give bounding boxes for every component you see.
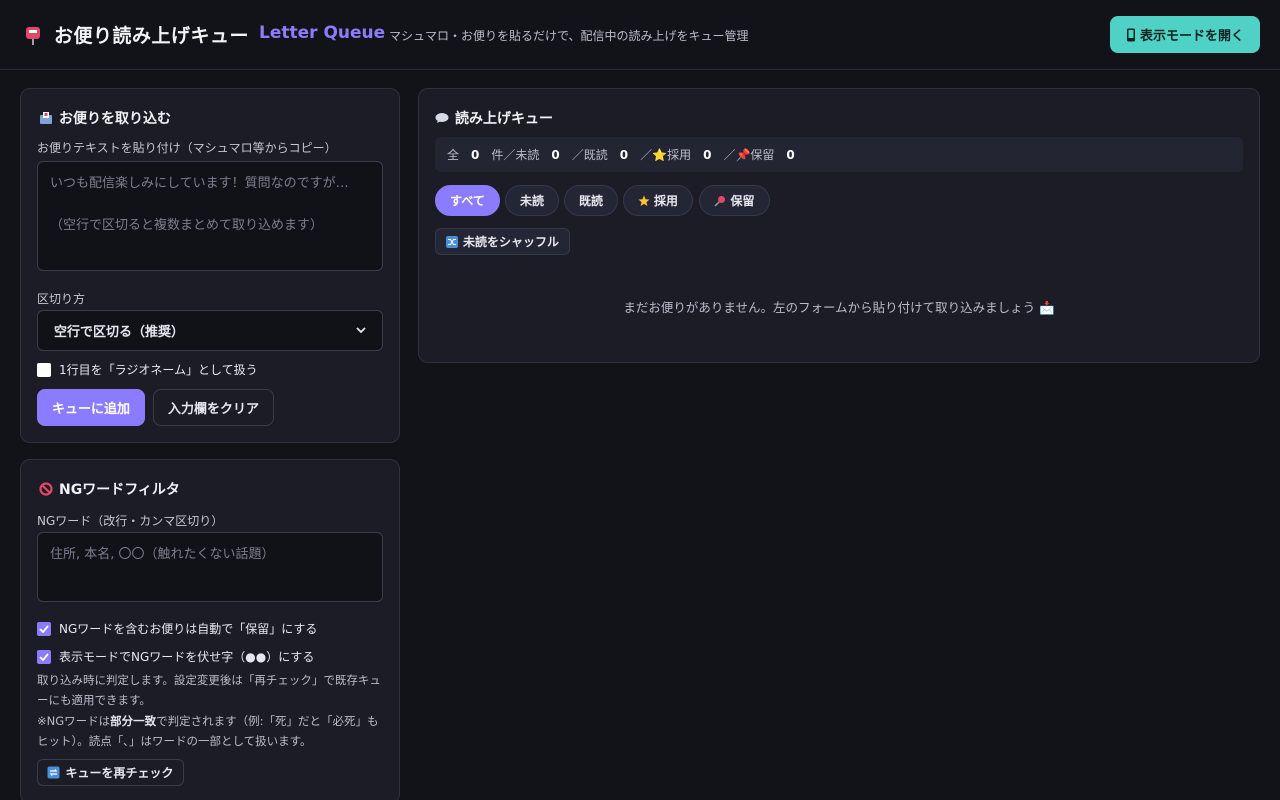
postbox-icon — [26, 27, 40, 45]
radio-name-checkbox-label: 1行目を「ラジオネーム」として扱う — [59, 363, 258, 377]
split-method-select[interactable]: 空行で区切る（推奨） — [37, 310, 383, 351]
split-method-value: 空行で区切る（推奨） — [54, 325, 185, 340]
queue-stats-bar: 全 0 件／未読 0 ／既読 0 ／⭐採用 0 ／📌保留 0 — [435, 137, 1243, 172]
stats-hold-label: ／📌保留 — [723, 148, 775, 162]
ng-note-2: ※NGワードは部分一致で判定されます（例:「死」だと「必死」もヒット）。読点「､… — [37, 712, 387, 751]
filter-unread[interactable]: 未読 — [505, 185, 559, 216]
speech-bubble-icon — [435, 113, 449, 123]
ng-note-2-prefix: ※NGワードは — [37, 714, 111, 728]
open-display-mode-button[interactable]: 表示モードを開く — [1110, 16, 1260, 53]
recheck-queue-label: キューを再チェック — [65, 766, 174, 780]
filter-read[interactable]: 既読 — [564, 185, 618, 216]
ng-note-2-bold: 部分一致 — [110, 714, 157, 728]
radio-name-checkbox-row[interactable]: 1行目を「ラジオネーム」として扱う — [37, 361, 258, 378]
import-panel-title: お便りを取り込む — [39, 108, 171, 128]
stats-total-label: 全 — [447, 148, 460, 162]
recheck-queue-button[interactable]: キューを再チェック — [37, 759, 184, 786]
letter-text-label: お便りテキストを貼り付け（マシュマロ等からコピー） — [37, 141, 337, 155]
stats-total: 0 — [471, 147, 480, 162]
pushpin-icon — [714, 195, 726, 206]
queue-empty-message: まだお便りがありません。左のフォームから貼り付けて取り込みましょう 📩 — [623, 300, 1055, 315]
mask-checkbox-label: 表示モードでNGワードを伏せ字（●●）にする — [59, 650, 315, 664]
stats-read: 0 — [619, 147, 629, 162]
filter-hold[interactable]: 保留 — [699, 185, 770, 216]
app-tagline: マシュマロ・お便りを貼るだけで、配信中の読み上げをキュー管理 — [389, 29, 749, 43]
filter-hold-label: 保留 — [730, 194, 755, 208]
app-title: お便り読み上げキュー — [54, 25, 250, 47]
split-method-label: 区切り方 — [37, 292, 86, 306]
app-subtitle: Letter Queue — [259, 23, 386, 43]
shuffle-unread-label: 未読をシャッフル — [462, 235, 559, 249]
ng-panel-title: NGワードフィルタ — [39, 479, 180, 499]
filter-adopted-label: 採用 — [653, 194, 678, 208]
add-to-queue-button[interactable]: キューに追加 — [37, 389, 145, 426]
ng-panel-title-text: NGワードフィルタ — [59, 482, 180, 498]
queue-panel: 読み上げキュー 全 0 件／未読 0 ／既読 0 ／⭐採用 0 ／📌保留 0 すべて 未読 既読 … — [418, 88, 1260, 363]
ng-note-1: 取り込み時に判定します。設定変更後は「再チェック」で既存キューにも適用できます。 — [37, 673, 381, 707]
phone-icon — [1126, 28, 1135, 41]
queue-panel-title-text: 読み上げキュー — [455, 111, 553, 127]
inbox-tray-icon — [40, 112, 52, 124]
filter-all[interactable]: すべて — [435, 185, 500, 216]
repeat-icon — [47, 766, 60, 779]
letter-text-input[interactable]: いつも配信楽しみにしています！質問なのですが… （空行で区切ると複数まとめて取り… — [37, 161, 383, 271]
filter-unread-label: 未読 — [519, 194, 544, 208]
mask-checkbox[interactable] — [37, 649, 51, 664]
auto-hold-checkbox-row[interactable]: NGワードを含むお便りは自動で「保留」にする — [37, 620, 317, 637]
app-header: お便り読み上げキュー Letter Queue マシュマロ・お便りを貼るだけで、… — [0, 0, 1280, 70]
shuffle-icon — [445, 235, 458, 248]
clear-input-button[interactable]: 入力欄をクリア — [153, 389, 274, 426]
prohibited-icon — [39, 482, 53, 496]
radio-name-checkbox[interactable] — [37, 362, 51, 377]
stats-unread: 0 — [551, 147, 560, 162]
shuffle-unread-button[interactable]: 未読をシャッフル — [435, 228, 570, 255]
ng-words-input[interactable]: 住所, 本名, 〇〇（触れたくない話題） — [37, 532, 383, 602]
auto-hold-checkbox[interactable] — [37, 621, 51, 636]
filter-all-label: すべて — [450, 194, 485, 208]
import-panel-title-text: お便りを取り込む — [59, 111, 171, 127]
auto-hold-checkbox-label: NGワードを含むお便りは自動で「保留」にする — [59, 622, 318, 636]
stats-adopted-label: ／⭐採用 — [640, 148, 692, 162]
ng-word-panel: NGワードフィルタ NGワード（改行・カンマ区切り） 住所, 本名, 〇〇（触れ… — [20, 459, 400, 800]
chevron-down-icon — [356, 327, 366, 334]
stats-adopted: 0 — [703, 147, 712, 162]
check-icon — [39, 624, 49, 633]
ng-words-label: NGワード（改行・カンマ区切り） — [37, 514, 224, 528]
star-icon — [638, 195, 650, 206]
stats-read-label: ／既読 — [571, 148, 608, 162]
open-display-mode-label: 表示モードを開く — [1139, 29, 1244, 44]
filter-read-label: 既読 — [578, 194, 603, 208]
filter-adopted[interactable]: 採用 — [623, 185, 693, 216]
mask-checkbox-row[interactable]: 表示モードでNGワードを伏せ字（●●）にする — [37, 648, 314, 665]
import-panel: お便りを取り込む お便りテキストを貼り付け（マシュマロ等からコピー） いつも配信… — [20, 88, 400, 443]
queue-panel-title: 読み上げキュー — [435, 108, 553, 128]
stats-hold: 0 — [786, 147, 795, 162]
check-icon — [39, 652, 49, 661]
stats-unread-label: 件／未読 — [491, 148, 540, 162]
